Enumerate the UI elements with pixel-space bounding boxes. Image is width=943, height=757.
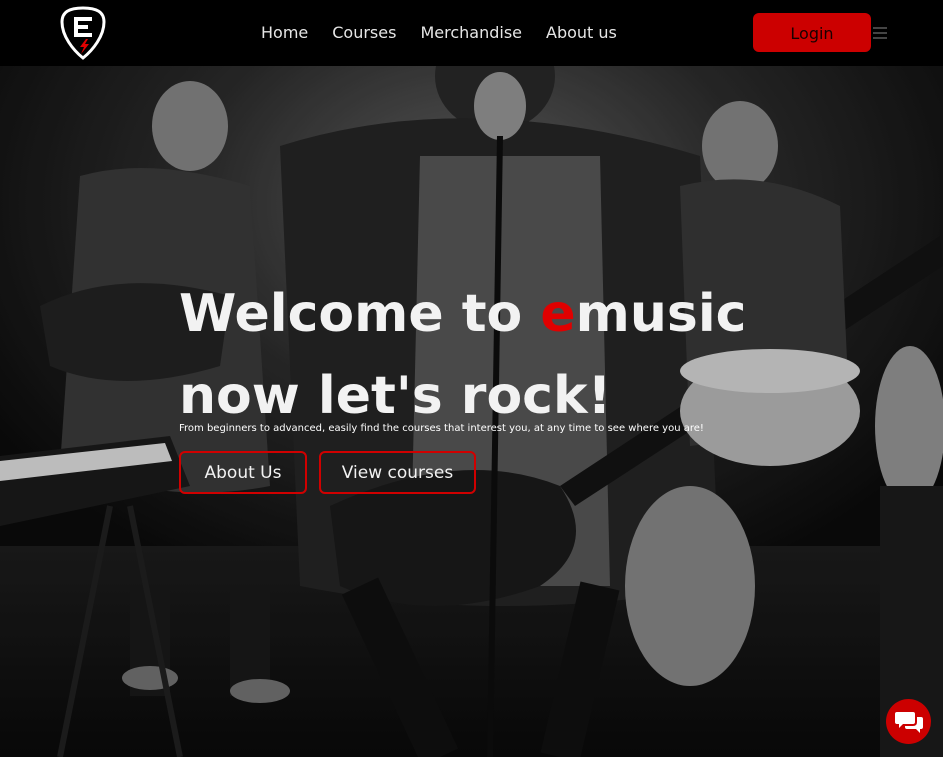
login-button[interactable]: Login xyxy=(753,13,871,52)
nav-courses[interactable]: Courses xyxy=(332,23,396,42)
hero-title-line2: now let's rock! xyxy=(179,366,612,426)
nav-home[interactable]: Home xyxy=(261,23,308,42)
about-us-button[interactable]: About Us xyxy=(179,451,307,494)
hero-title-accent: e xyxy=(540,284,576,344)
chat-icon[interactable] xyxy=(886,699,931,744)
nav-about-us[interactable]: About us xyxy=(546,23,617,42)
hero-subtitle: From beginners to advanced, easily find … xyxy=(179,423,704,434)
hero-section: Welcome to emusic now let's rock! From b… xyxy=(0,66,943,757)
hero-title: Welcome to emusic now let's rock! xyxy=(179,273,799,437)
hero-title-part1: Welcome to xyxy=(179,284,541,344)
hero-title-part2: music xyxy=(575,284,747,344)
navbar: Home Courses Merchandise About us Login xyxy=(0,0,943,66)
main-nav: Home Courses Merchandise About us xyxy=(261,23,617,42)
view-courses-button[interactable]: View courses xyxy=(319,451,476,494)
nav-merchandise[interactable]: Merchandise xyxy=(420,23,522,42)
logo-icon[interactable] xyxy=(59,6,107,60)
hamburger-icon[interactable] xyxy=(873,27,887,39)
